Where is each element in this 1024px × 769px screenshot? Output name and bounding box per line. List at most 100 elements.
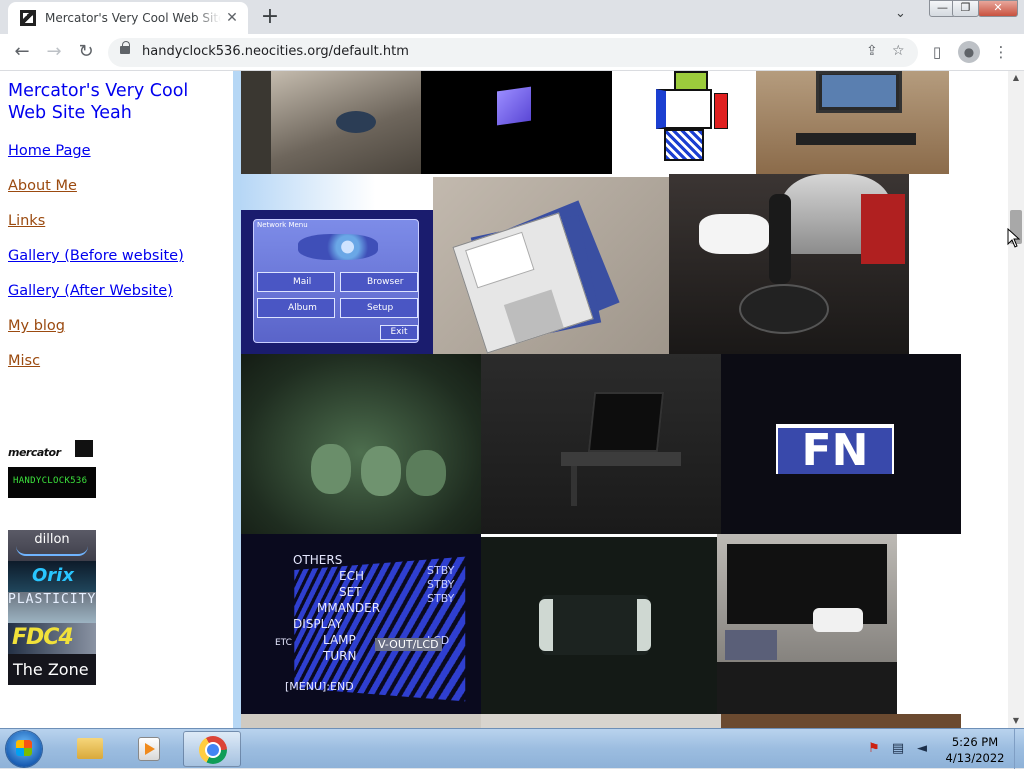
exit-button: Exit	[380, 325, 418, 340]
lcd-item-etc: ETC	[275, 638, 292, 648]
handyclock-badge[interactable]: HANDYCLOCK536	[8, 467, 96, 498]
handyclock-badge-text: HANDYCLOCK536	[13, 476, 88, 486]
the-zone-badge-text: The Zone	[13, 660, 89, 679]
gallery-photo-fn-key[interactable]: FN	[721, 354, 961, 534]
fn-label: FN	[801, 425, 869, 476]
side-panel-icon[interactable]: ▯	[926, 41, 948, 63]
gallery-photo-night-vision-toys[interactable]	[241, 354, 481, 534]
lcd-right-stby-1: STBY	[427, 564, 455, 577]
orix-badge-text: Orix	[32, 565, 74, 586]
orix-badge[interactable]: Orix	[8, 561, 96, 592]
nav-blog-link[interactable]: My blog	[8, 318, 65, 334]
nav-home-link[interactable]: Home Page	[8, 143, 91, 159]
gallery-photo-drawing[interactable]	[612, 71, 756, 174]
lcd-item-lamp: LAMP	[323, 633, 356, 647]
site-title: Mercator's Very Cool Web Site Yeah	[8, 81, 189, 123]
fdc-badge[interactable]: FDC4	[8, 623, 96, 654]
lcd-right-stby-2: STBY	[427, 578, 455, 591]
lcd-item-mmander: MMANDER	[317, 601, 381, 615]
gallery-photo-partial-3[interactable]	[721, 714, 961, 728]
explorer-taskbar-button[interactable]	[60, 731, 118, 767]
forward-arrow-icon[interactable]: →	[42, 40, 66, 64]
clock-time: 5:26 PM	[951, 735, 999, 749]
volume-icon[interactable]: ◄	[914, 741, 930, 757]
gallery-photo-switch[interactable]	[481, 534, 717, 714]
gallery-photo-dark-laptop[interactable]	[481, 354, 721, 534]
reload-icon[interactable]: ↻	[74, 40, 98, 64]
plasticity-badge[interactable]: PLASTICITY	[8, 592, 96, 623]
photo-gallery: Network Menu Mail Browser Album Setup Ex…	[241, 71, 1008, 728]
lcd-item-others: OTHERS	[293, 553, 343, 567]
windows-taskbar: ⚑ ▤ ◄ 5:26 PM 4/13/2022	[0, 728, 1024, 769]
back-arrow-icon[interactable]: ←	[10, 40, 34, 64]
media-player-icon	[138, 737, 160, 761]
folder-icon	[77, 738, 103, 759]
close-window-button[interactable]: ✕	[978, 0, 1018, 17]
nav-links-link[interactable]: Links	[8, 213, 45, 229]
the-zone-badge[interactable]: The Zone	[8, 654, 96, 685]
site-sidebar: Mercator's Very Cool Web Site Yeah Home …	[0, 71, 233, 728]
browser-toolbar: ← → ↻ handyclock536.neocities.org/defaul…	[0, 34, 1024, 71]
dillon-badge-text: dillon	[34, 532, 70, 547]
restore-button[interactable]: ❐	[952, 0, 979, 17]
browser-button: Browser	[340, 272, 418, 292]
gallery-photo-floppy-disks[interactable]	[433, 177, 669, 354]
action-center-flag-icon[interactable]: ⚑	[866, 741, 882, 757]
bookmark-star-icon[interactable]: ☆	[892, 43, 905, 59]
close-tab-icon[interactable]: ✕	[224, 10, 240, 26]
clock-date: 4/13/2022	[945, 751, 1005, 765]
share-icon[interactable]: ⇪	[866, 43, 878, 59]
nav-misc-link[interactable]: Misc	[8, 353, 40, 369]
gallery-photo-room[interactable]	[241, 71, 421, 174]
gallery-photo-joystick[interactable]	[669, 174, 909, 354]
network-icon[interactable]: ▤	[890, 741, 906, 757]
gallery-photo-partial-1[interactable]	[241, 714, 481, 728]
lock-icon[interactable]	[120, 41, 130, 54]
url-text[interactable]: handyclock536.neocities.org/default.htm	[142, 44, 409, 59]
scroll-up-arrow-icon[interactable]: ▲	[1008, 71, 1024, 85]
browser-menu-icon[interactable]: ⋮	[990, 41, 1012, 63]
network-menu-title: Network Menu	[257, 221, 308, 229]
gallery-photo-lcd-menu[interactable]: OTHERS ECH SET MMANDER DISPLAY LAMP TURN…	[241, 534, 481, 714]
lcd-item-set: SET	[339, 585, 362, 599]
system-clock[interactable]: 5:26 PM 4/13/2022	[940, 734, 1010, 766]
tab-strip: Mercator's Very Cool Web Site Yeah ✕ + ⌄…	[0, 0, 1024, 34]
smile-icon	[16, 546, 88, 556]
tab-title: Mercator's Very Cool Web Site Yeah	[45, 11, 221, 25]
show-desktop-button[interactable]	[1014, 729, 1024, 769]
web-page: Mercator's Very Cool Web Site Yeah Home …	[0, 71, 1008, 728]
gallery-photo-partial-2[interactable]	[481, 714, 721, 728]
dillon-badge[interactable]: dillon	[8, 530, 96, 561]
start-button[interactable]	[6, 731, 42, 767]
fdc-badge-text: FDC4	[12, 625, 74, 650]
chrome-taskbar-button[interactable]	[183, 731, 241, 767]
page-scrollbar[interactable]: ▲ ▼	[1008, 71, 1024, 728]
nav-gallery-after-link[interactable]: Gallery (After Website)	[8, 283, 173, 299]
nav-about-link[interactable]: About Me	[8, 178, 77, 194]
plasticity-badge-text: PLASTICITY	[8, 592, 96, 607]
album-button: Album	[257, 298, 335, 318]
address-bar[interactable]: handyclock536.neocities.org/default.htm …	[108, 38, 918, 67]
mercator-logo-icon	[75, 440, 93, 457]
profile-avatar-icon[interactable]: ●	[958, 41, 980, 63]
mail-button: Mail	[257, 272, 335, 292]
scroll-down-arrow-icon[interactable]: ▼	[1008, 714, 1024, 728]
gallery-photo-cube[interactable]	[421, 71, 612, 174]
tab-search-chevron-icon[interactable]: ⌄	[895, 6, 906, 21]
lcd-item-ech: ECH	[339, 569, 364, 583]
setup-button: Setup	[340, 298, 418, 318]
site-favicon-icon	[20, 10, 36, 26]
lcd-footer: [MENU]:END	[285, 680, 354, 693]
sidebar-divider	[233, 71, 241, 728]
media-player-taskbar-button[interactable]	[120, 731, 178, 767]
mercator-badge[interactable]: mercator	[8, 440, 96, 462]
new-tab-button[interactable]: +	[258, 4, 282, 30]
nav-gallery-before-link[interactable]: Gallery (Before website)	[8, 248, 184, 264]
gallery-photo-consoles[interactable]	[717, 534, 897, 714]
gallery-photo-network-menu[interactable]: Network Menu Mail Browser Album Setup Ex…	[241, 210, 433, 354]
lcd-item-display: DISPLAY	[293, 617, 343, 631]
gallery-photo-computer-desk[interactable]	[756, 71, 949, 174]
browser-tab[interactable]: Mercator's Very Cool Web Site Yeah ✕	[8, 2, 248, 34]
lcd-item-turn: TURN	[323, 649, 357, 663]
chrome-icon	[199, 736, 227, 764]
